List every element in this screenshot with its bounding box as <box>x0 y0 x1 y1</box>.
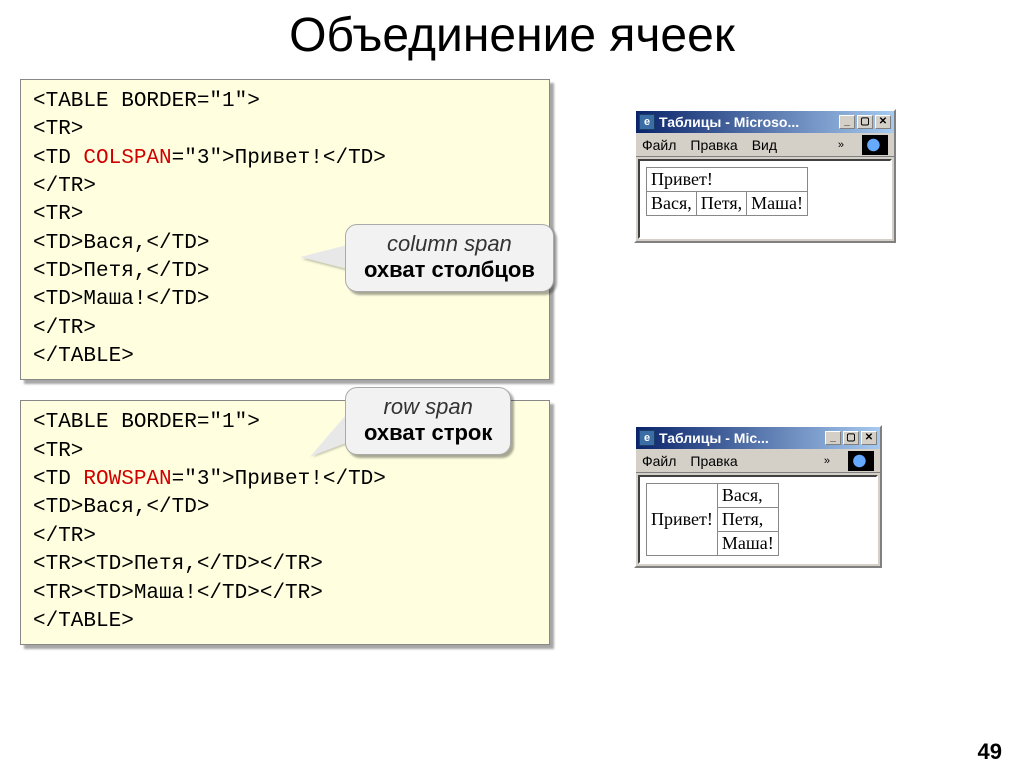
code-line: <TD ROWSPAN="3">Привет!</TD> <box>33 466 537 494</box>
throbber-icon <box>848 451 874 471</box>
menu-view[interactable]: Вид <box>752 137 777 153</box>
titlebar: e Таблицы - Mic... _ ▢ ✕ <box>636 427 880 449</box>
code-line: <TD>Вася,</TD> <box>33 494 537 522</box>
callout-ru: охват столбцов <box>364 257 535 283</box>
table-cell: Привет! <box>647 168 808 192</box>
table-cell: Вася, <box>647 192 697 216</box>
rendered-table: Привет! Вася, Петя, Маша! <box>646 483 779 556</box>
keyword-rowspan: ROWSPAN <box>83 468 171 491</box>
content-area: <TABLE BORDER="1"> <TR> <TD COLSPAN="3">… <box>0 79 1024 645</box>
titlebar: e Таблицы - Microso... _ ▢ ✕ <box>636 111 894 133</box>
callout-en: row span <box>364 394 492 420</box>
callout-en: column span <box>364 231 535 257</box>
page-title: Объединение ячеек <box>0 8 1024 63</box>
table-cell: Петя, <box>717 508 778 532</box>
window-title: Таблицы - Mic... <box>659 430 825 446</box>
rendered-table: Привет! Вася, Петя, Маша! <box>646 167 808 216</box>
table-cell: Привет! <box>647 484 718 556</box>
callout-rowspan: row span охват строк <box>345 387 511 455</box>
throbber-icon <box>862 135 888 155</box>
menubar: Файл Правка » <box>636 449 880 473</box>
menubar: Файл Правка Вид » <box>636 133 894 157</box>
table-cell: Вася, <box>717 484 778 508</box>
close-button[interactable]: ✕ <box>875 115 891 129</box>
menu-more-icon[interactable]: » <box>834 139 848 151</box>
code-line: </TR> <box>33 173 537 201</box>
menu-file[interactable]: Файл <box>642 137 676 153</box>
code-line: <TR> <box>33 116 537 144</box>
keyword-colspan: COLSPAN <box>83 147 171 170</box>
table-cell: Маша! <box>717 532 778 556</box>
ie-icon: e <box>639 430 655 446</box>
table-cell: Петя, <box>696 192 746 216</box>
window-title: Таблицы - Microso... <box>659 114 839 130</box>
code-line: </TABLE> <box>33 608 537 636</box>
callout-colspan: column span охват столбцов <box>345 224 554 292</box>
browser-window-colspan: e Таблицы - Microso... _ ▢ ✕ Файл Правка… <box>634 109 896 243</box>
menu-file[interactable]: Файл <box>642 453 676 469</box>
code-line: </TR> <box>33 523 537 551</box>
code-line: <TD COLSPAN="3">Привет!</TD> <box>33 145 537 173</box>
code-line: </TR> <box>33 315 537 343</box>
close-button[interactable]: ✕ <box>861 431 877 445</box>
browser-window-rowspan: e Таблицы - Mic... _ ▢ ✕ Файл Правка » П… <box>634 425 882 568</box>
minimize-button[interactable]: _ <box>839 115 855 129</box>
maximize-button[interactable]: ▢ <box>857 115 873 129</box>
page-number: 49 <box>978 739 1002 765</box>
callout-ru: охват строк <box>364 420 492 446</box>
code-line: </TABLE> <box>33 343 537 371</box>
code-line: <TABLE BORDER="1"> <box>33 88 537 116</box>
table-cell: Маша! <box>747 192 808 216</box>
ie-icon: e <box>639 114 655 130</box>
menu-edit[interactable]: Правка <box>690 453 737 469</box>
menu-edit[interactable]: Правка <box>690 137 737 153</box>
code-line: <TR><TD>Петя,</TD></TR> <box>33 551 537 579</box>
menu-more-icon[interactable]: » <box>820 455 834 467</box>
code-line: <TR><TD>Маша!</TD></TR> <box>33 580 537 608</box>
maximize-button[interactable]: ▢ <box>843 431 859 445</box>
client-area: Привет! Вася, Петя, Маша! <box>638 475 878 564</box>
minimize-button[interactable]: _ <box>825 431 841 445</box>
client-area: Привет! Вася, Петя, Маша! <box>638 159 892 239</box>
